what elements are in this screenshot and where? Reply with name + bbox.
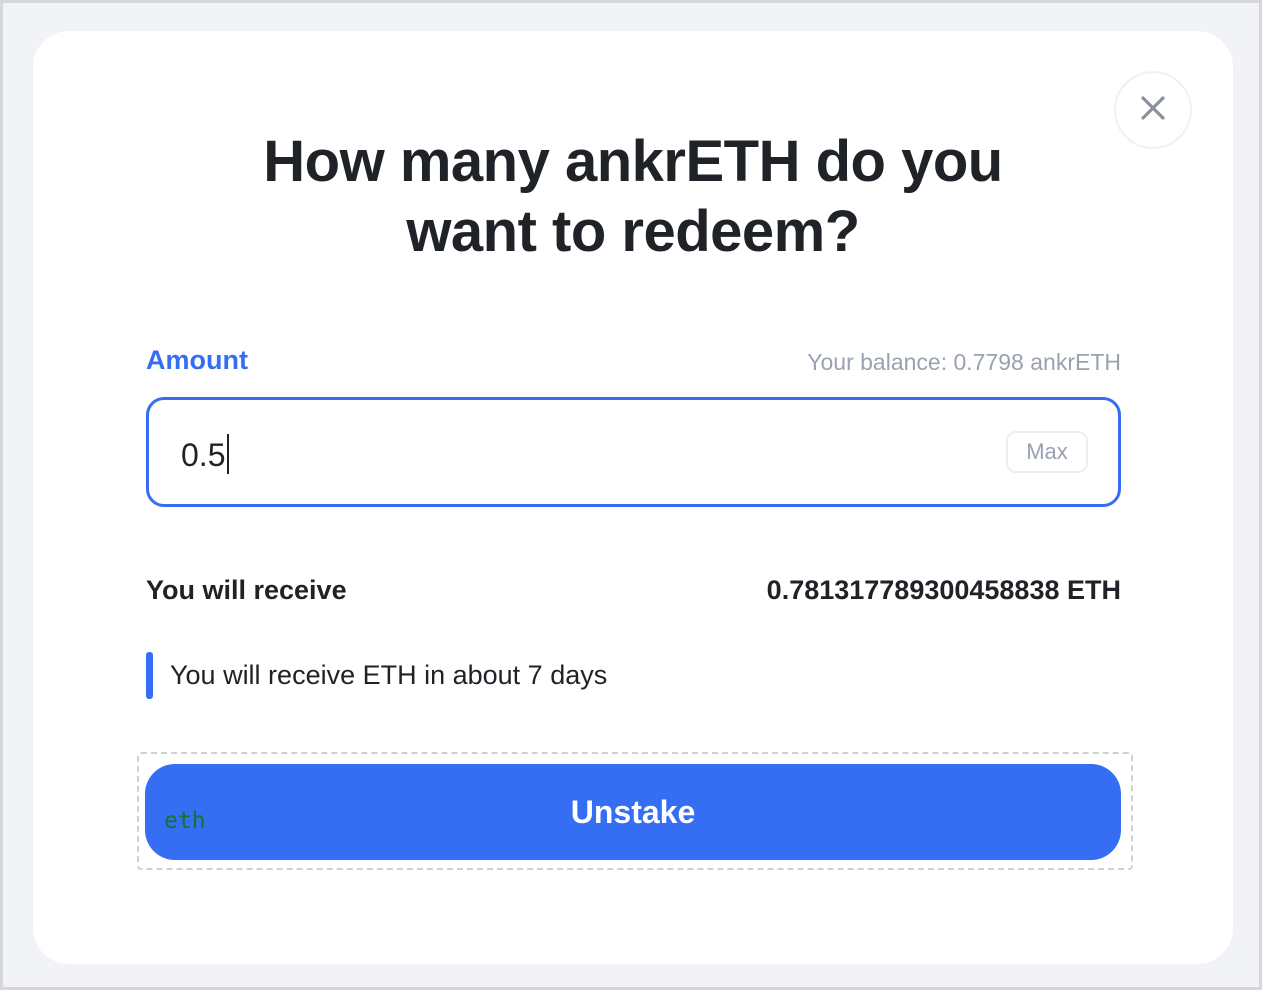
balance-text: Your balance: 0.7798 ankrETH	[807, 349, 1121, 376]
balance-unit: ankrETH	[1030, 349, 1121, 375]
balance-prefix: Your balance:	[807, 349, 954, 375]
text-caret	[227, 434, 230, 474]
balance-value: 0.7798	[953, 349, 1024, 375]
debug-eth-tag: eth	[164, 808, 206, 834]
dialog-title-line-2: want to redeem?	[406, 199, 860, 264]
dialog-title-line-1: How many ankrETH do you	[263, 129, 1003, 194]
receive-value: 0.781317789300458838 ETH	[767, 575, 1121, 606]
receive-unit: ETH	[1067, 575, 1121, 605]
close-icon	[1140, 95, 1166, 126]
info-text: You will receive ETH in about 7 days	[170, 660, 608, 690]
viewport-frame: How many ankrETH do you want to redeem? …	[0, 0, 1262, 990]
max-button[interactable]: Max	[1006, 431, 1088, 473]
receive-label: You will receive	[146, 575, 347, 605]
info-accent-bar	[146, 652, 153, 699]
unstake-button-label: Unstake	[570, 793, 696, 830]
amount-input[interactable]	[181, 434, 881, 476]
unstake-button[interactable]: Unstake	[145, 764, 1121, 860]
dialog-title: How many ankrETH do you want to redeem?	[133, 127, 1133, 267]
receive-amount: 0.781317789300458838	[766, 575, 1060, 605]
amount-label: Amount	[146, 345, 248, 375]
amount-field[interactable]: Max	[146, 397, 1121, 507]
redeem-dialog: How many ankrETH do you want to redeem? …	[33, 31, 1233, 964]
